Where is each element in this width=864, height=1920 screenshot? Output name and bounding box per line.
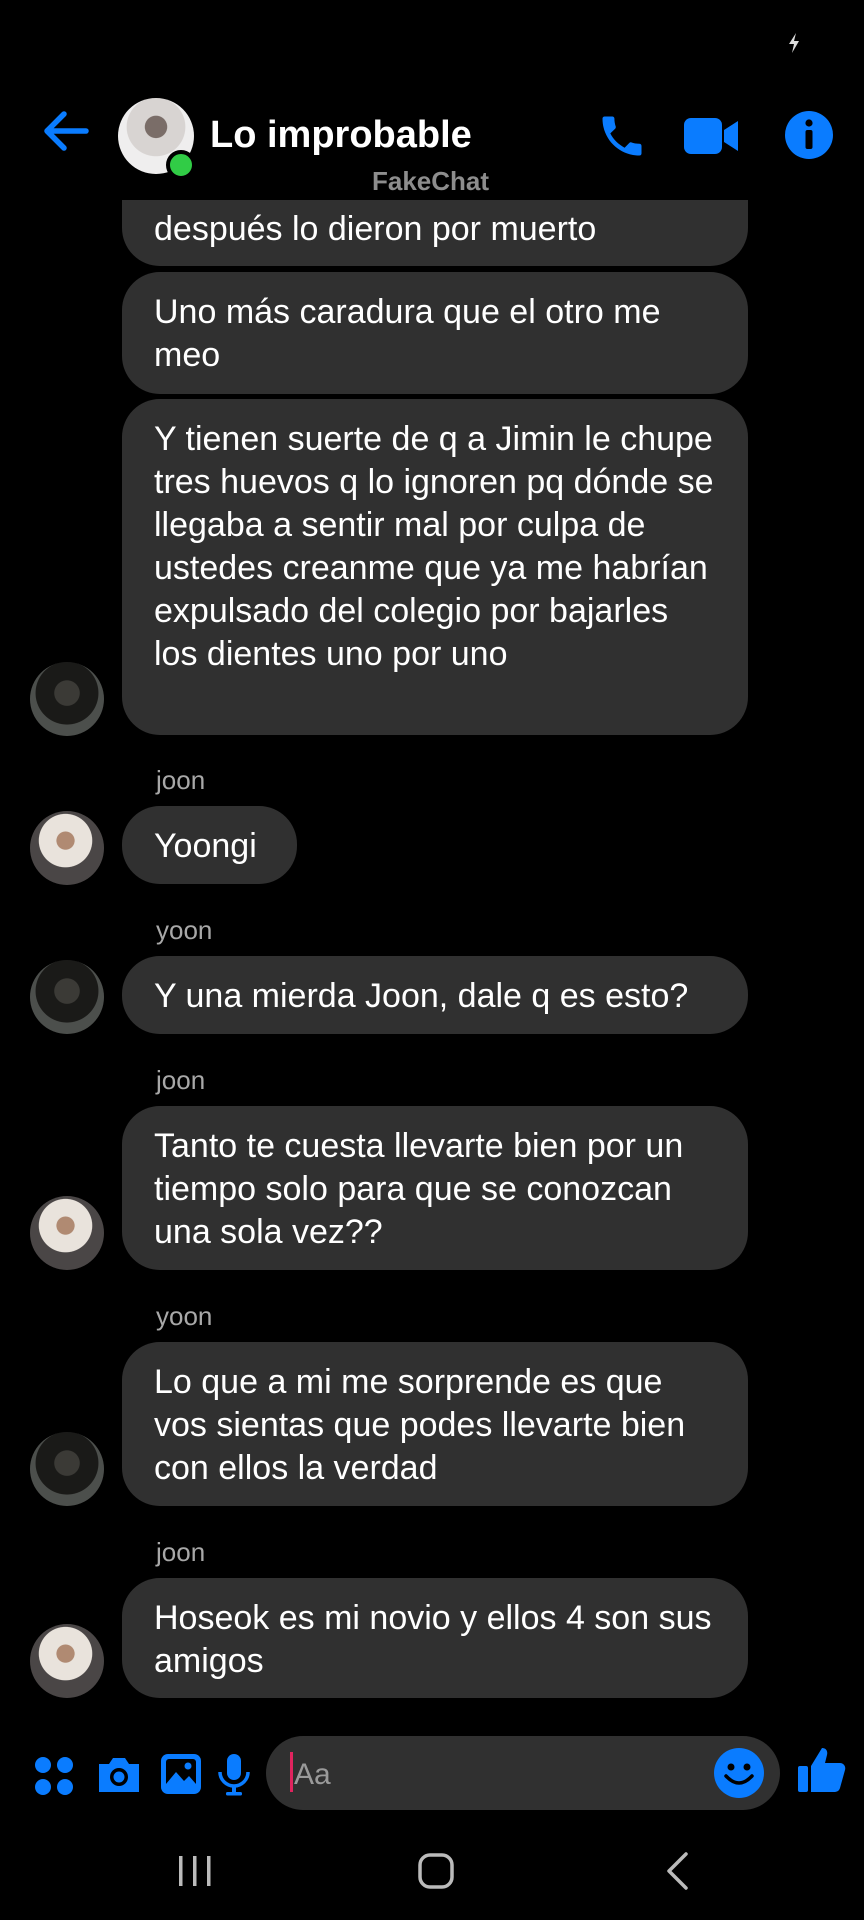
message-bubble[interactable]: Hoseok es mi novio y ellos 4 son sus ami… — [122, 1578, 748, 1698]
text-cursor — [290, 1752, 293, 1792]
gallery-icon[interactable] — [157, 1750, 205, 1798]
back-nav-icon[interactable] — [654, 1846, 704, 1896]
apps-grid-icon[interactable] — [30, 1752, 78, 1800]
emoji-icon[interactable] — [712, 1746, 766, 1800]
sender-avatar-joon[interactable] — [30, 811, 104, 885]
sender-name: joon — [156, 1065, 206, 1095]
microphone-icon[interactable] — [210, 1750, 258, 1798]
watermark-text: FakeChat — [372, 166, 490, 196]
phone-icon[interactable] — [596, 110, 648, 162]
chat-title[interactable]: Lo improbable — [210, 114, 472, 157]
info-icon[interactable] — [784, 110, 834, 160]
message-bubble[interactable]: Tanto te cuesta llevarte bien por un tie… — [122, 1106, 748, 1270]
sender-avatar-joon[interactable] — [30, 1196, 104, 1270]
sender-avatar-yoon[interactable] — [30, 1432, 104, 1506]
video-camera-icon[interactable] — [682, 112, 740, 160]
message-input-placeholder[interactable]: Aa — [294, 1758, 331, 1792]
thumbs-up-icon[interactable] — [796, 1744, 848, 1796]
message-bubble[interactable]: Y una mierda Joon, dale q es esto? — [122, 956, 748, 1034]
charging-bolt-icon — [789, 33, 799, 53]
back-arrow-icon[interactable] — [38, 104, 92, 158]
chat-header: Lo improbable FakeChat — [0, 0, 864, 200]
message-input[interactable] — [266, 1736, 780, 1810]
message-bubble[interactable]: Lo que a mi me sorprende es que vos sien… — [122, 1342, 748, 1506]
camera-icon[interactable] — [95, 1750, 143, 1798]
sender-name: joon — [156, 1537, 206, 1567]
recent-apps-icon[interactable] — [170, 1846, 220, 1896]
message-bubble[interactable]: Uno más caradura que el otro me meo — [122, 272, 748, 394]
home-icon[interactable] — [411, 1846, 461, 1896]
sender-avatar-yoon[interactable] — [30, 960, 104, 1034]
message-bubble[interactable]: Y tienen suerte de q a Jimin le chupe tr… — [122, 399, 748, 735]
online-status-dot — [166, 150, 196, 180]
message-bubble[interactable]: Yoongi — [122, 806, 297, 884]
sender-avatar-yoon[interactable] — [30, 662, 104, 736]
sender-name: yoon — [156, 915, 213, 945]
sender-name: yoon — [156, 1301, 213, 1331]
sender-name: joon — [156, 765, 206, 795]
sender-avatar-joon[interactable] — [30, 1624, 104, 1698]
